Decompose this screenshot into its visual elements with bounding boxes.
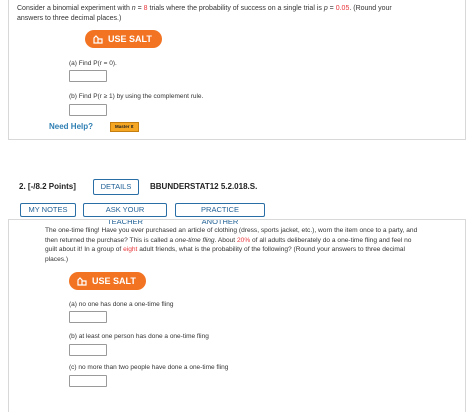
q1-intro-line2: answers to three decimal places.) — [17, 15, 122, 22]
master-it-button[interactable]: Master It — [110, 122, 139, 132]
use-salt-button-2[interactable]: USE SALT — [69, 272, 146, 290]
q2-part-c-answer-field[interactable] — [69, 375, 107, 387]
need-help-label: Need Help? — [49, 122, 94, 131]
salt-icon — [77, 276, 87, 286]
q1-intro-c: trials where the probability of success … — [147, 5, 324, 12]
q2-percent-value: 20% — [236, 236, 251, 244]
use-salt-button[interactable]: USE SALT — [85, 30, 162, 48]
question-1-panel: Consider a binomial experiment with n = … — [8, 0, 466, 140]
use-salt-label-2: USE SALT — [92, 276, 136, 286]
q1-part-a-answer-field[interactable] — [69, 70, 107, 82]
question-2-panel: The one-time fling! Have you ever purcha… — [8, 219, 466, 412]
question-2-code: BBUNDERSTAT12 5.2.018.S. — [150, 182, 258, 191]
q1-part-a-label: (a) Find P(r = 0). — [69, 60, 117, 67]
q2-number: 2. — [19, 182, 26, 191]
q1-intro-e: . (Round your — [349, 5, 392, 12]
question-2-number: 2. [-/8.2 Points] — [19, 182, 76, 191]
q1-intro-b: = — [135, 5, 144, 12]
q2-text-line3b: adult friends, what is the probability o… — [137, 246, 405, 254]
salt-icon — [93, 34, 103, 44]
q1-part-b-label: (b) Find P(r ≥ 1) by using the complemen… — [69, 93, 204, 100]
ask-your-teacher-button[interactable]: ASK YOUR TEACHER — [83, 203, 167, 226]
q1-part-b-answer-field[interactable] — [69, 104, 107, 116]
question-1-text: Consider a binomial experiment with n = … — [17, 4, 457, 24]
q2-text-line2c: of all adults deliberately do a one-time… — [250, 236, 412, 244]
details-button[interactable]: DETAILS — [93, 179, 139, 195]
q2-part-b-answer-field[interactable] — [69, 344, 107, 356]
practice-another-button[interactable]: PRACTICE ANOTHER — [175, 203, 265, 226]
q2-text-line4: places.) — [45, 255, 69, 263]
use-salt-label: USE SALT — [108, 34, 152, 44]
q2-part-c-label: (c) no more than two people have done a … — [69, 364, 229, 371]
q1-intro-a: Consider a binomial experiment with — [17, 5, 132, 12]
q2-points: [-/8.2 Points] — [27, 182, 76, 191]
q2-text-line3a: guilt about it! In a group of — [45, 246, 124, 254]
question-2-text: The one-time fling! Have you ever purcha… — [45, 226, 465, 264]
q1-intro-d: = — [327, 5, 336, 12]
q2-text-line2b: . About — [214, 236, 237, 244]
q2-part-a-label: (a) no one has done a one-time fling — [69, 301, 174, 308]
q1-p-value: 0.05 — [335, 5, 350, 12]
q2-part-a-answer-field[interactable] — [69, 311, 107, 323]
q2-group-size: eight — [123, 246, 138, 254]
q2-text-line2a: then returned the purchase? This is call… — [45, 236, 176, 244]
q2-text-italic: one-time fling — [175, 236, 215, 244]
my-notes-button[interactable]: MY NOTES — [20, 203, 76, 217]
q2-text-line1: The one-time fling! Have you ever purcha… — [45, 227, 418, 234]
q2-part-b-label: (b) at least one person has done a one-t… — [69, 333, 209, 340]
